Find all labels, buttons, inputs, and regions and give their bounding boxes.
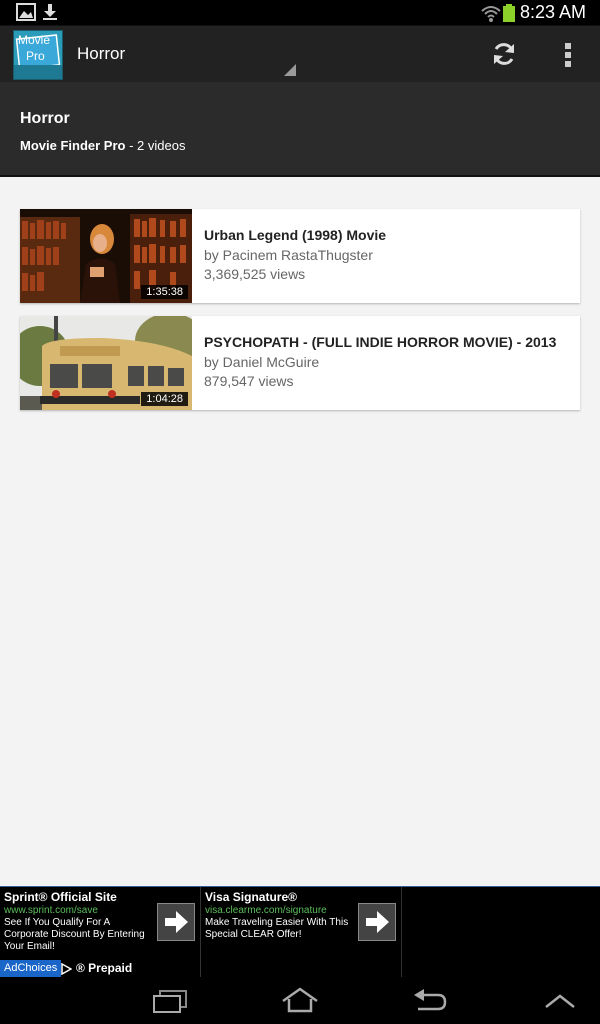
video-author: by Pacinem RastaThugster bbox=[204, 247, 373, 263]
video-author: by Daniel McGuire bbox=[204, 354, 320, 370]
ad-title: Visa Signature® bbox=[205, 890, 297, 904]
ad-url: visa.clearme.com/signature bbox=[205, 905, 327, 916]
image-icon bbox=[16, 3, 36, 21]
arrow-right-icon[interactable] bbox=[157, 903, 195, 941]
video-views: 3,369,525 views bbox=[204, 266, 306, 282]
video-thumbnail[interactable]: 1:35:38 bbox=[20, 209, 192, 303]
ad-description: Make Traveling Easier With This Special … bbox=[205, 917, 349, 940]
refresh-icon[interactable] bbox=[490, 40, 518, 68]
action-bar: Movie Pro Horror bbox=[0, 25, 600, 82]
video-count: - 2 videos bbox=[125, 138, 186, 153]
ad-description: See If You Qualify For A Corporate Disco… bbox=[4, 917, 145, 952]
ad-unit[interactable]: Sprint® Official Site www.sprint.com/sav… bbox=[0, 887, 201, 977]
video-duration: 1:35:38 bbox=[141, 285, 188, 299]
up-chevron-icon[interactable] bbox=[544, 993, 576, 1009]
ad-choices-icon bbox=[61, 963, 72, 975]
video-duration: 1:04:28 bbox=[141, 392, 188, 406]
overflow-menu-icon[interactable] bbox=[562, 42, 574, 68]
recent-apps-icon[interactable] bbox=[152, 989, 188, 1013]
playlist-title: Horror bbox=[20, 110, 70, 127]
app-icon[interactable]: Movie Pro bbox=[13, 30, 63, 80]
ad-prepaid-text: ® Prepaid bbox=[76, 961, 133, 975]
ad-banner: Sprint® Official Site www.sprint.com/sav… bbox=[0, 886, 600, 977]
video-list-item[interactable]: 1:35:38 Urban Legend (1998) Movie by Pac… bbox=[20, 209, 580, 303]
ad-choices-badge[interactable]: AdChoices bbox=[0, 960, 62, 977]
ad-unit[interactable]: Visa Signature® visa.clearme.com/signatu… bbox=[201, 887, 402, 977]
video-views: 879,547 views bbox=[204, 373, 294, 389]
navigation-bar bbox=[0, 977, 600, 1024]
ad-unit-empty bbox=[402, 887, 599, 977]
wifi-icon bbox=[481, 6, 501, 22]
ad-title: Sprint® Official Site bbox=[4, 890, 117, 904]
spinner-dropdown-indicator[interactable] bbox=[284, 64, 296, 76]
back-icon[interactable] bbox=[412, 987, 448, 1013]
video-title: PSYCHOPATH - (FULL INDIE HORROR MOVIE) -… bbox=[204, 334, 557, 350]
video-thumbnail[interactable]: 1:04:28 bbox=[20, 316, 192, 410]
status-time: 8:23 AM bbox=[519, 2, 586, 22]
ad-url: www.sprint.com/save bbox=[4, 905, 98, 916]
download-icon bbox=[43, 4, 57, 20]
status-bar: 8:23 AM bbox=[0, 0, 600, 25]
action-bar-title[interactable]: Horror bbox=[77, 44, 125, 64]
app-icon-text-bottom: Pro bbox=[26, 49, 45, 63]
channel-name: Movie Finder Pro bbox=[20, 138, 126, 153]
video-list-item[interactable]: 1:04:28 PSYCHOPATH - (FULL INDIE HORROR … bbox=[20, 316, 580, 410]
video-title: Urban Legend (1998) Movie bbox=[204, 227, 387, 243]
playlist-header: Horror Movie Finder Pro - 2 videos bbox=[0, 82, 600, 177]
app-icon-text-top: Movie bbox=[18, 33, 51, 47]
arrow-right-icon[interactable] bbox=[358, 903, 396, 941]
battery-icon bbox=[503, 4, 515, 22]
playlist-subtitle: Movie Finder Pro - 2 videos bbox=[20, 138, 185, 153]
home-icon[interactable] bbox=[280, 987, 320, 1013]
